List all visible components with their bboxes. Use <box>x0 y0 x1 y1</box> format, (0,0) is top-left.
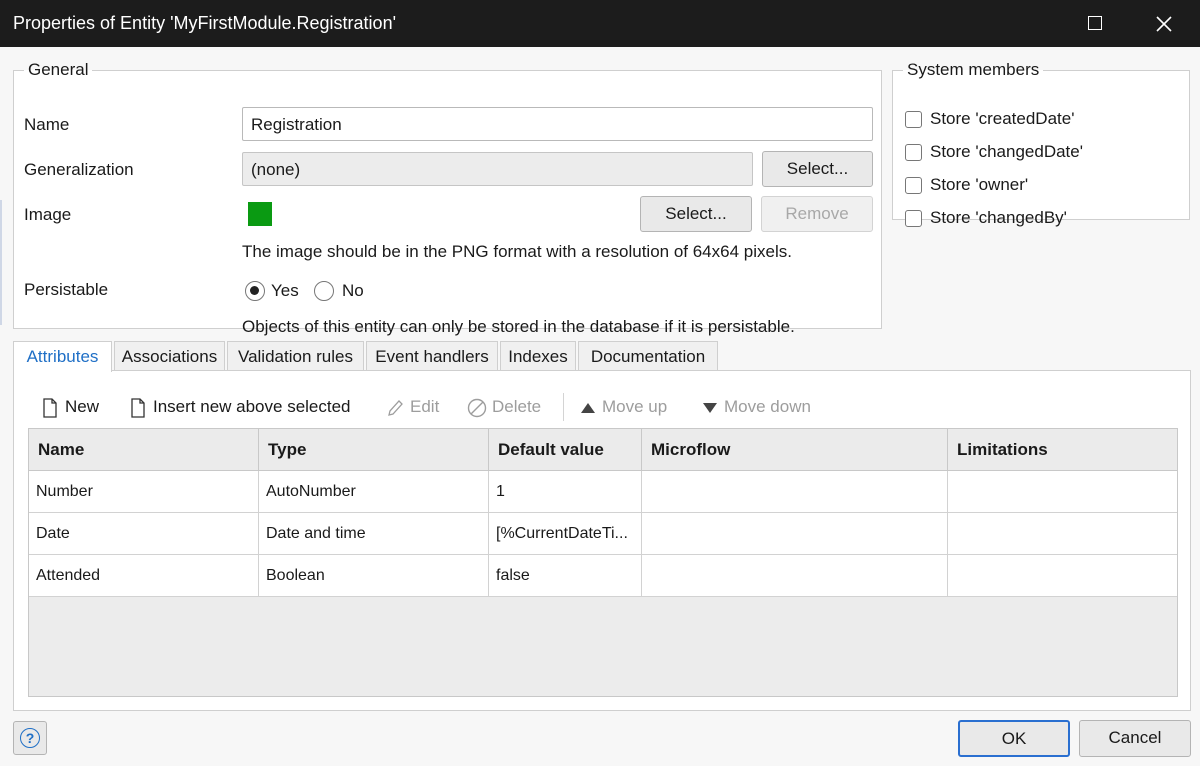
tab-attributes[interactable]: Attributes <box>13 341 112 372</box>
cell-type: AutoNumber <box>259 471 489 513</box>
column-header-default-value[interactable]: Default value <box>489 429 642 470</box>
persistable-no-radio[interactable] <box>314 281 334 301</box>
persistable-label: Persistable <box>24 280 109 299</box>
attributes-panel: New Insert new above selected Edit Delet… <box>13 370 1191 711</box>
cell-default-value: false <box>489 555 642 597</box>
name-input[interactable]: Registration <box>242 107 873 141</box>
generalization-field: (none) <box>242 152 753 186</box>
new-document-icon <box>131 398 145 418</box>
checkbox-box[interactable] <box>905 210 922 227</box>
checkbox-label: Store 'createdDate' <box>930 109 1075 128</box>
checkbox-label: Store 'owner' <box>930 175 1029 194</box>
image-remove-button[interactable]: Remove <box>761 196 873 232</box>
cell-limitations <box>948 513 1177 555</box>
checkbox-box[interactable] <box>905 111 922 128</box>
toolbar-separator <box>563 393 564 421</box>
cell-default-value: [%CurrentDateTi... <box>489 513 642 555</box>
generalization-label: Generalization <box>24 160 134 179</box>
image-label: Image <box>24 205 72 224</box>
title-bar: Properties of Entity 'MyFirstModule.Regi… <box>0 0 1200 47</box>
cell-type: Boolean <box>259 555 489 597</box>
generalization-select-button[interactable]: Select... <box>762 151 873 187</box>
tab-associations[interactable]: Associations <box>114 341 225 371</box>
dialog-body: General Name Registration Generalization… <box>1 47 1199 765</box>
column-header-limitations[interactable]: Limitations <box>948 429 1177 470</box>
maximize-button[interactable] <box>1062 0 1130 47</box>
persistable-yes-radio[interactable] <box>245 281 265 301</box>
delete-icon <box>467 398 487 418</box>
column-header-name[interactable]: Name <box>29 429 259 470</box>
image-select-button[interactable]: Select... <box>640 196 752 232</box>
cell-name: Attended <box>29 555 259 597</box>
persistable-no-label[interactable]: No <box>342 281 364 301</box>
checkbox-label: Store 'changedBy' <box>930 208 1067 227</box>
help-icon: ? <box>20 728 40 748</box>
cell-name: Date <box>29 513 259 555</box>
tab-indexes[interactable]: Indexes <box>500 341 576 371</box>
image-hint: The image should be in the PNG format wi… <box>242 242 792 261</box>
close-button[interactable] <box>1130 0 1198 47</box>
attributes-table: Name Type Default value Microflow Limita… <box>28 428 1178 697</box>
checkbox-label: Store 'changedDate' <box>930 142 1083 161</box>
maximize-icon <box>1088 16 1102 30</box>
system-members-legend: System members <box>907 60 1040 79</box>
help-button[interactable]: ? <box>13 721 47 755</box>
triangle-up-icon <box>581 403 595 413</box>
table-header: Name Type Default value Microflow Limita… <box>29 429 1177 471</box>
table-row[interactable]: Attended Boolean false <box>29 555 1177 597</box>
triangle-down-icon <box>703 403 717 413</box>
background-window-edge <box>0 200 2 325</box>
pencil-icon <box>388 400 403 416</box>
system-members-group: System members Store 'createdDate' Store… <box>892 60 1190 227</box>
tab-validation-rules[interactable]: Validation rules <box>227 341 364 371</box>
tab-event-handlers[interactable]: Event handlers <box>366 341 498 371</box>
cell-type: Date and time <box>259 513 489 555</box>
cancel-button[interactable]: Cancel <box>1079 720 1191 757</box>
column-header-type[interactable]: Type <box>259 429 489 470</box>
cell-microflow <box>642 513 948 555</box>
column-header-microflow[interactable]: Microflow <box>642 429 948 470</box>
new-document-icon <box>43 398 57 418</box>
table-row[interactable]: Number AutoNumber 1 <box>29 471 1177 513</box>
cell-microflow <box>642 555 948 597</box>
tab-documentation[interactable]: Documentation <box>578 341 718 371</box>
name-label: Name <box>24 115 70 134</box>
cell-limitations <box>948 471 1177 513</box>
general-legend: General <box>28 60 89 79</box>
checkbox-box[interactable] <box>905 144 922 161</box>
cell-microflow <box>642 471 948 513</box>
checkbox-box[interactable] <box>905 177 922 194</box>
table-row[interactable]: Date Date and time [%CurrentDateTi... <box>29 513 1177 555</box>
entity-image-preview <box>248 202 272 226</box>
ok-button[interactable]: OK <box>958 720 1070 757</box>
persistable-hint: Objects of this entity can only be store… <box>242 317 795 336</box>
cell-default-value: 1 <box>489 471 642 513</box>
close-icon <box>1156 16 1172 32</box>
general-group: General Name Registration Generalization… <box>13 60 882 336</box>
persistable-yes-label[interactable]: Yes <box>271 281 299 301</box>
cell-name: Number <box>29 471 259 513</box>
window-title: Properties of Entity 'MyFirstModule.Regi… <box>13 13 397 33</box>
cell-limitations <box>948 555 1177 597</box>
